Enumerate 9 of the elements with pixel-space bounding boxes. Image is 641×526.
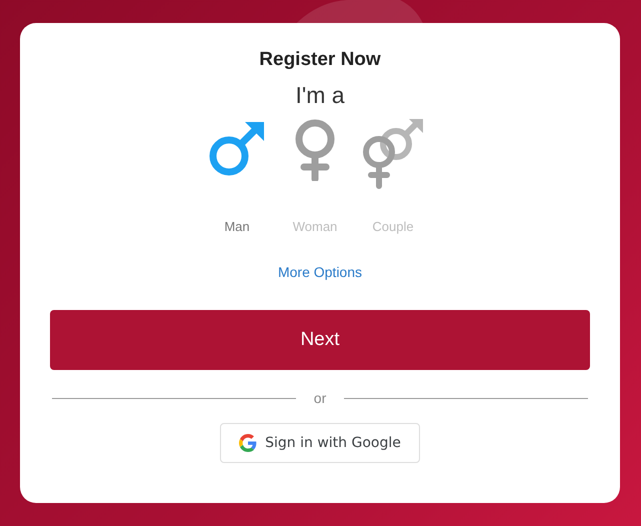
or-divider-text: or [314, 390, 326, 406]
couple-symbol-icon[interactable] [362, 119, 424, 189]
option-label[interactable]: Man [224, 219, 250, 234]
google-sign-in-button[interactable]: Sign in with Google [220, 423, 420, 463]
question-text: I'm a [295, 82, 345, 109]
next-button[interactable]: Next [50, 310, 590, 370]
google-g-icon [239, 434, 258, 452]
form-title: Register Now [259, 49, 381, 71]
more-options-link[interactable]: More Options [278, 264, 362, 280]
